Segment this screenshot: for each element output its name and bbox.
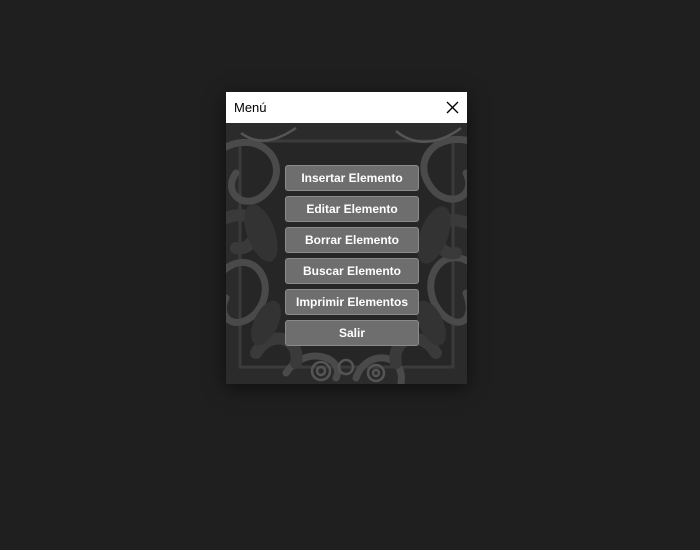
exit-button[interactable]: Salir xyxy=(285,320,419,346)
menu-button-list: Insertar Elemento Editar Elemento Borrar… xyxy=(285,165,419,351)
print-elements-button[interactable]: Imprimir Elementos xyxy=(285,289,419,315)
menu-panel: Insertar Elemento Editar Elemento Borrar… xyxy=(226,123,467,384)
menu-window: Menú Insertar Elemento Editar Elemento B… xyxy=(226,92,467,384)
window-title: Menú xyxy=(234,100,267,115)
search-element-button[interactable]: Buscar Elemento xyxy=(285,258,419,284)
close-icon xyxy=(446,101,459,114)
close-button[interactable] xyxy=(437,92,467,123)
title-bar[interactable]: Menú xyxy=(226,92,467,123)
delete-element-button[interactable]: Borrar Elemento xyxy=(285,227,419,253)
insert-element-button[interactable]: Insertar Elemento xyxy=(285,165,419,191)
edit-element-button[interactable]: Editar Elemento xyxy=(285,196,419,222)
